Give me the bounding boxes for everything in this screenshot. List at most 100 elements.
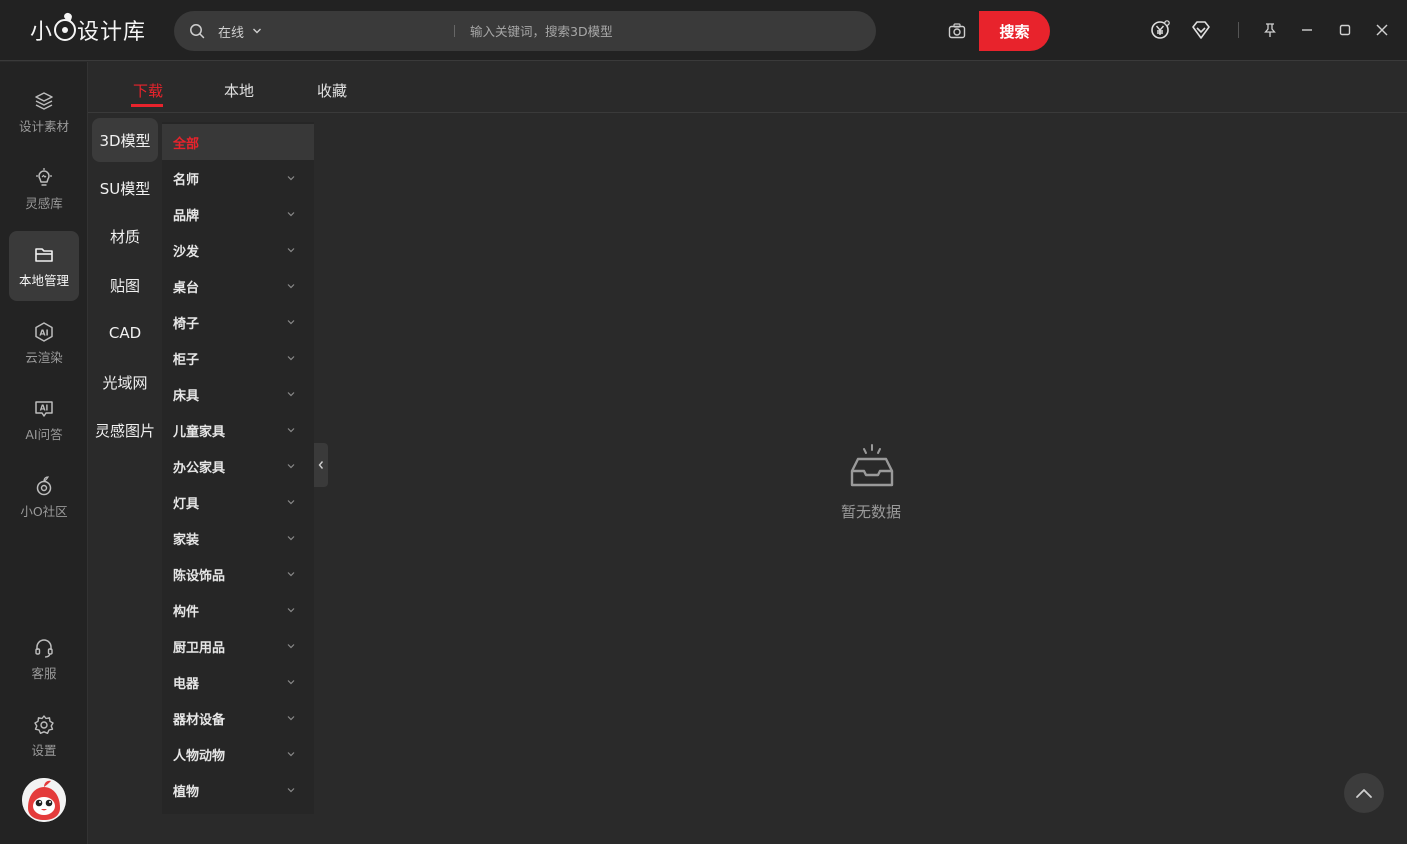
subcategory-label: 桌台 (173, 280, 200, 296)
community-icon (33, 475, 55, 497)
search-scope-label: 在线 (218, 25, 245, 41)
subcategory-item[interactable]: 器材设备 (162, 700, 314, 736)
nav-item-inspiration[interactable]: 灵感库 (9, 154, 79, 224)
subcategory-item[interactable]: 品牌 (162, 196, 314, 232)
subcategory-label: 办公家具 (173, 460, 226, 476)
vip-diamond-icon[interactable] (1190, 19, 1212, 41)
subcategory-label: 品牌 (173, 208, 200, 224)
tab-local[interactable]: 本地 (224, 80, 254, 101)
category-cad[interactable]: CAD (92, 311, 158, 355)
nav-item-community[interactable]: 小O社区 (9, 462, 79, 532)
nav-label: AI问答 (25, 426, 63, 442)
nav-label: 灵感库 (25, 195, 63, 211)
nav-label: 小O社区 (20, 503, 68, 519)
search-bar: 在线 搜索 (174, 11, 1050, 51)
category-3d-model[interactable]: 3D模型 (92, 118, 158, 162)
subcategory-item[interactable]: 椅子 (162, 304, 314, 340)
subcategory-label: 灯具 (173, 496, 200, 512)
chevron-down-icon (253, 28, 262, 34)
empty-inbox-icon (850, 444, 894, 487)
subcategory-label: 沙发 (173, 244, 200, 260)
avatar[interactable] (22, 778, 66, 822)
subcategory-item[interactable]: 桌台 (162, 268, 314, 304)
maximize-icon[interactable] (1334, 19, 1356, 41)
subcategory-item[interactable]: 构件 (162, 592, 314, 628)
subcategory-label: 椅子 (173, 316, 200, 332)
logo-text-left: 小 (30, 20, 54, 45)
ai-chat-icon: AI (33, 398, 55, 420)
minimize-icon[interactable] (1296, 19, 1318, 41)
subcategory-item[interactable]: 厨卫用品 (162, 628, 314, 664)
chevron-down-icon (287, 788, 295, 793)
category-su-model[interactable]: SU模型 (92, 166, 158, 210)
subcategory-item[interactable]: 全部 (162, 124, 314, 160)
tab-active-indicator (131, 104, 163, 107)
category-material[interactable]: 材质 (92, 214, 158, 258)
subcategory-label: 陈设饰品 (173, 568, 226, 584)
folder-icon (33, 244, 55, 266)
nav-item-settings[interactable]: 设置 (9, 701, 79, 771)
search-scope-dropdown[interactable]: 在线 (218, 22, 262, 41)
nav-item-ai-qa[interactable]: AI AI问答 (9, 385, 79, 455)
chevron-left-icon (318, 461, 324, 469)
titlebar-divider (1238, 22, 1239, 38)
nav-label: 客服 (31, 665, 57, 681)
category-texture[interactable]: 贴图 (92, 263, 158, 307)
chevron-down-icon (287, 464, 295, 469)
subcategory-label: 柜子 (173, 352, 200, 368)
chevron-down-icon (287, 392, 295, 397)
camera-icon[interactable] (948, 23, 966, 39)
subcategory-item[interactable]: 名师 (162, 160, 314, 196)
subcategory-item[interactable]: 床具 (162, 376, 314, 412)
nav-item-design-materials[interactable]: 设计素材 (9, 77, 79, 147)
subcategory-item[interactable]: 沙发 (162, 232, 314, 268)
subcategory-panel: 全部 名师 品牌 沙发 桌台 椅子 柜子 床具 儿童家具 办公家具 灯具 家装 … (162, 122, 314, 814)
tab-favorites[interactable]: 收藏 (317, 80, 347, 101)
subcategory-label: 人物动物 (173, 748, 226, 764)
subcategory-item[interactable]: 家装 (162, 520, 314, 556)
pin-icon[interactable] (1259, 19, 1281, 41)
close-icon[interactable] (1371, 19, 1393, 41)
svg-text:AI: AI (40, 403, 49, 412)
chevron-down-icon (287, 752, 295, 757)
search-divider (454, 25, 455, 37)
nav-label: 设计素材 (18, 118, 69, 134)
search-button[interactable]: 搜索 (979, 11, 1050, 51)
collapse-panel-button[interactable] (314, 443, 328, 487)
category-inspiration-images[interactable]: 灵感图片 (92, 408, 158, 452)
empty-state-text: 暂无数据 (841, 503, 902, 521)
chevron-down-icon (287, 644, 295, 649)
subcategory-label: 电器 (173, 676, 200, 692)
tab-download[interactable]: 下载 (133, 80, 163, 101)
logo-mark-icon (54, 19, 77, 41)
nav-item-local-management[interactable]: 本地管理 (9, 231, 79, 301)
currency-gift-icon[interactable] (1149, 19, 1171, 41)
subcategory-item[interactable]: 办公家具 (162, 448, 314, 484)
subcategory-item[interactable]: 灯具 (162, 484, 314, 520)
subcategory-label: 儿童家具 (173, 424, 226, 440)
subcategory-item[interactable]: 人物动物 (162, 736, 314, 772)
chevron-down-icon (287, 572, 295, 577)
svg-text:AI: AI (39, 328, 48, 337)
subcategory-label: 器材设备 (173, 712, 226, 728)
back-to-top-button[interactable] (1344, 773, 1384, 813)
chevron-up-icon (1356, 789, 1372, 798)
app-logo: 小 设计库 (30, 12, 146, 48)
subcategory-item[interactable]: 电器 (162, 664, 314, 700)
app-window: 小 设计库 在线 搜索 (0, 0, 1407, 844)
subcategory-item[interactable]: 陈设饰品 (162, 556, 314, 592)
subcategory-label: 厨卫用品 (173, 640, 226, 656)
nav-label: 云渲染 (25, 349, 63, 365)
category-ies[interactable]: 光域网 (92, 360, 158, 404)
gear-icon (33, 714, 55, 736)
search-input[interactable] (470, 19, 930, 43)
subcategory-item[interactable]: 柜子 (162, 340, 314, 376)
nav-item-customer-service[interactable]: 客服 (9, 624, 79, 694)
chevron-down-icon (287, 176, 295, 181)
nav-item-cloud-render[interactable]: AI 云渲染 (9, 308, 79, 378)
chevron-down-icon (287, 248, 295, 253)
chevron-down-icon (287, 212, 295, 217)
subcategory-item[interactable]: 植物 (162, 772, 314, 808)
nav-label: 本地管理 (18, 272, 69, 288)
subcategory-item[interactable]: 儿童家具 (162, 412, 314, 448)
